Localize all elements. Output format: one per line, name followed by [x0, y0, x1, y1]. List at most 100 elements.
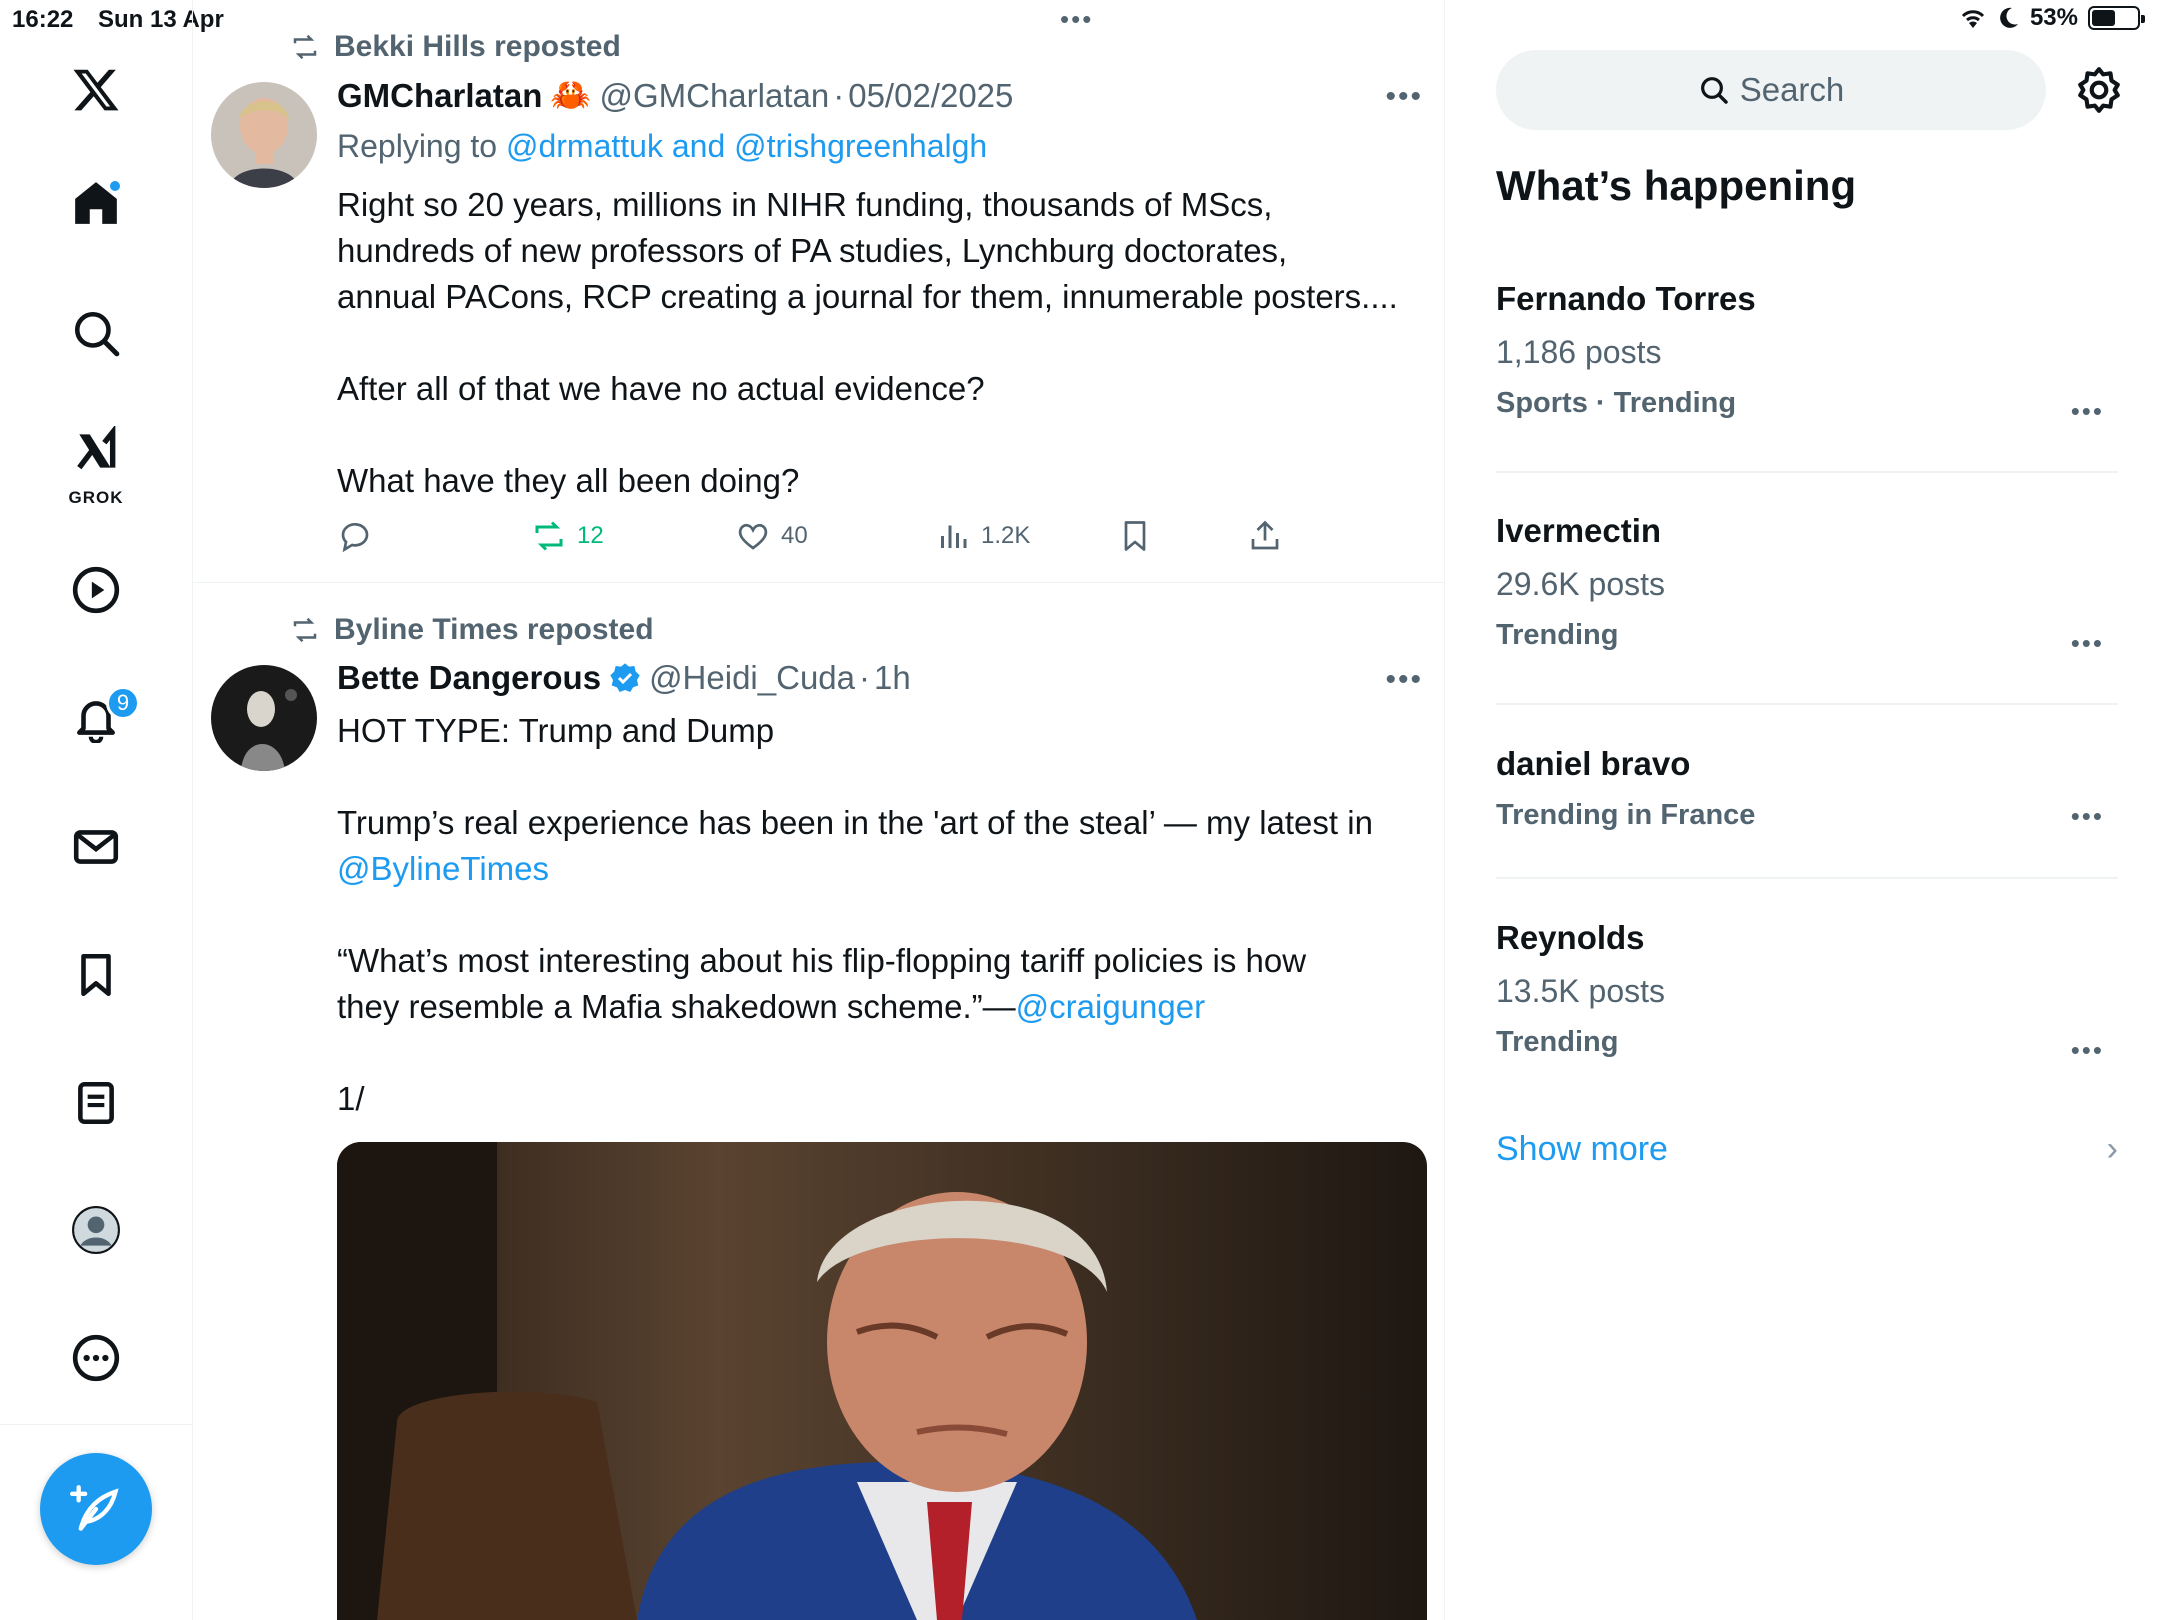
section-title: What’s happening: [1496, 162, 1857, 209]
tweet-text-line: they resemble a Mafia shakedown scheme.”…: [337, 988, 1016, 1025]
trend-item[interactable]: Ivermectin 29.6K posts Trending •••: [1496, 512, 2118, 658]
tweet-headline: HOT TYPE: Trump and Dump: [337, 712, 775, 749]
author-avatar[interactable]: [211, 665, 317, 771]
share-button[interactable]: [1247, 518, 1283, 554]
repost-count: 12: [577, 522, 604, 549]
like-button[interactable]: 40: [735, 518, 808, 554]
trend-name: daniel bravo: [1496, 745, 1691, 782]
bookmark-button[interactable]: [1117, 518, 1153, 554]
tweet-text-line: After all of that we have no actual evid…: [337, 370, 985, 407]
reply-icon: [341, 523, 369, 553]
repost-label[interactable]: Bekki Hills reposted: [334, 30, 621, 64]
tweet[interactable]: Bekki Hills reposted GMCharlatan 🦀 @GMCh…: [193, 0, 1445, 583]
author-handle[interactable]: @Heidi_Cuda: [649, 659, 855, 697]
mention-link[interactable]: @craigunger: [1016, 988, 1205, 1025]
profile-avatar-icon: [72, 1206, 120, 1254]
trend-meta: Trending in France: [1496, 799, 1756, 831]
compose-post-button[interactable]: [40, 1453, 152, 1565]
tweet-text-line: What have they all been doing?: [337, 462, 800, 499]
nav-profile[interactable]: [46, 1180, 146, 1280]
trend-posts: 29.6K posts: [1496, 566, 1665, 602]
tweet-text-line: annual PACons, RCP creating a journal fo…: [337, 278, 1398, 315]
views-count: 1.2K: [981, 522, 1031, 549]
tweet-date[interactable]: 05/02/2025: [848, 77, 1013, 115]
separator-dot: ·: [833, 76, 845, 114]
separator-dot: ·: [859, 659, 871, 696]
nav-divider: [0, 1424, 193, 1425]
heart-icon: [738, 523, 768, 550]
divider: [1496, 471, 2118, 473]
more-circle-icon: [72, 1334, 120, 1382]
gear-icon[interactable]: [2074, 65, 2124, 115]
author-name[interactable]: GMCharlatan: [337, 77, 542, 115]
tweet-more-icon[interactable]: •••: [1385, 80, 1423, 114]
tweet-media-image[interactable]: [337, 1142, 1427, 1620]
trend-more-icon[interactable]: •••: [2071, 628, 2104, 659]
replying-to-users[interactable]: @drmattuk and @trishgreenhalgh: [506, 128, 987, 164]
nav-bookmarks[interactable]: [46, 925, 146, 1025]
tweet-text: HOT TYPE: Trump and Dump Trump’s real ex…: [337, 708, 1427, 1122]
show-more-link[interactable]: Show more ›: [1496, 1130, 2118, 1169]
author-handle[interactable]: @GMCharlatan: [599, 77, 829, 115]
repost-button[interactable]: 12: [531, 518, 604, 554]
trend-item[interactable]: Reynolds 13.5K posts Trending •••: [1496, 919, 2118, 1065]
nav-more[interactable]: [46, 1308, 146, 1408]
trend-more-icon[interactable]: •••: [2071, 396, 2104, 427]
tweet-text-line: Right so 20 years, millions in NIHR fund…: [337, 186, 1273, 223]
x-logo-icon[interactable]: [46, 40, 146, 140]
trend-more-icon[interactable]: •••: [2071, 801, 2104, 832]
repost-indicator: Byline Times reposted: [288, 613, 654, 647]
author-name[interactable]: Bette Dangerous: [337, 659, 601, 697]
mention-link[interactable]: @BylineTimes: [337, 850, 549, 887]
bookmark-icon: [81, 953, 111, 997]
nav-video[interactable]: [46, 540, 146, 640]
trend-item[interactable]: daniel bravo Trending in France •••: [1496, 745, 2118, 832]
right-sidebar: Search What’s happening Fernando Torres …: [1446, 0, 2160, 1620]
timeline: Bekki Hills reposted GMCharlatan 🦀 @GMCh…: [193, 0, 1445, 1620]
trend-meta: Sports · Trending: [1496, 387, 1737, 419]
trend-name: Fernando Torres: [1496, 280, 1756, 317]
tweet-more-icon[interactable]: •••: [1385, 663, 1423, 697]
tweet-time[interactable]: 1h: [874, 659, 911, 697]
nav-notifications[interactable]: 9: [46, 668, 146, 768]
trend-name: Ivermectin: [1496, 512, 1662, 549]
search-input[interactable]: Search: [1496, 50, 2046, 130]
show-more-label: Show more: [1496, 1130, 1668, 1168]
search-placeholder: Search: [1739, 71, 1845, 108]
views-chart-icon: [941, 525, 967, 548]
nav-messages[interactable]: [46, 797, 146, 897]
nav-home[interactable]: [46, 153, 146, 253]
trend-meta: Trending: [1496, 619, 1619, 651]
notifications-badge: 9: [106, 686, 140, 720]
search-icon: [74, 311, 120, 357]
nav-explore[interactable]: [46, 283, 146, 383]
repost-label[interactable]: Byline Times reposted: [334, 613, 654, 647]
trend-name: Reynolds: [1496, 919, 1645, 956]
trend-more-icon[interactable]: •••: [2071, 1035, 2104, 1066]
trend-item[interactable]: Fernando Torres 1,186 posts Sports · Tre…: [1496, 280, 2118, 426]
grok-label: GROK: [68, 488, 124, 507]
chevron-right-icon: ›: [2106, 1130, 2118, 1168]
share-icon: [1251, 520, 1279, 550]
tweet-text-line: Trump’s real experience has been in the …: [337, 804, 1373, 841]
author-avatar[interactable]: [211, 82, 317, 188]
nav-grok[interactable]: GROK: [46, 412, 146, 512]
repost-icon: [293, 34, 317, 60]
bookmark-icon: [1124, 521, 1146, 551]
views-button[interactable]: 1.2K: [935, 518, 1030, 554]
repost-icon: [535, 521, 563, 551]
repost-indicator: Bekki Hills reposted: [288, 30, 621, 64]
search-icon: [1700, 77, 1728, 104]
verified-badge-icon: [610, 663, 640, 692]
mail-icon: [73, 830, 119, 864]
crab-emoji-icon: 🦀: [550, 76, 592, 113]
tweet-text: Right so 20 years, millions in NIHR fund…: [337, 182, 1427, 504]
reply-button[interactable]: [337, 518, 373, 554]
tweet[interactable]: Byline Times reposted Bette Dangerous @H…: [193, 583, 1445, 1620]
nav-lists[interactable]: [46, 1053, 146, 1153]
trend-posts: 13.5K posts: [1496, 973, 1665, 1009]
